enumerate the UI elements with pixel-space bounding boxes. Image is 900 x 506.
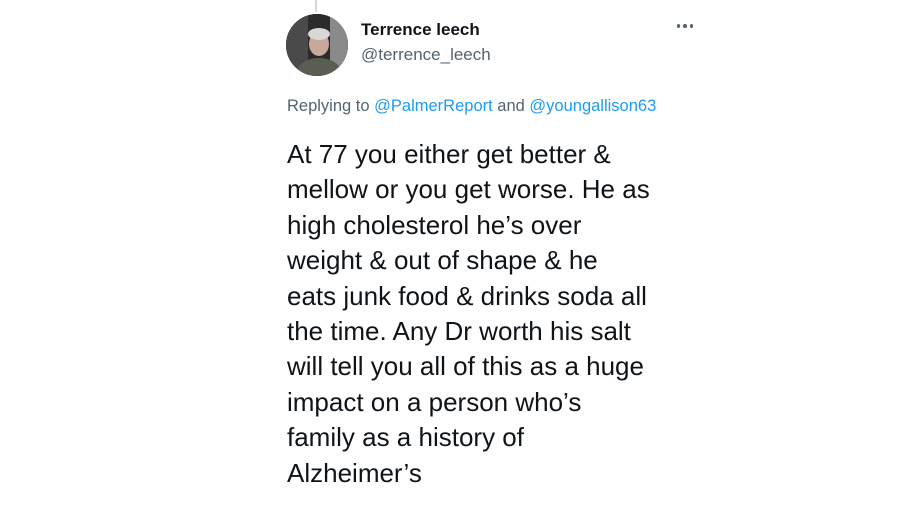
tweet-text-line: family as a history of [287, 422, 524, 453]
tweet-text-line: Alzheimer’s [287, 457, 422, 488]
tweet-text-line: high cholesterol he’s over [287, 209, 582, 240]
replying-to-line: Replying to @PalmerReport and @youngalli… [287, 97, 656, 116]
author-name[interactable]: Terrence leech [361, 20, 480, 40]
tweet-text-line: eats junk food & drinks soda all [287, 280, 647, 311]
dot [676, 24, 681, 28]
tweet-text-line: the time. Any Dr worth his salt [287, 316, 631, 347]
tweet-text-line: mellow or you get worse. He as [287, 174, 650, 205]
tweet-text-line: will tell you all of this as a huge [287, 351, 644, 382]
tweet-text-line: weight & out of shape & he [287, 245, 598, 276]
avatar[interactable] [286, 14, 348, 76]
thread-connector-line [315, 0, 317, 12]
replying-joiner: and [497, 97, 525, 115]
replying-prefix: Replying to [287, 97, 370, 115]
tweet-text-line: At 77 you either get better & [287, 139, 611, 169]
more-options-icon[interactable] [672, 16, 698, 36]
mention-link-palmerreport[interactable]: @PalmerReport [374, 97, 493, 115]
dot [683, 24, 687, 28]
tweet-text: At 77 you either get better & mellow or … [287, 137, 707, 491]
tweet-text-line: impact on a person who’s [287, 386, 582, 417]
dot [689, 24, 694, 28]
mention-link-youngallison63[interactable]: @youngallison63 [529, 97, 656, 115]
author-handle[interactable]: @terrence_leech [361, 45, 491, 65]
user-photo-avatar-icon [286, 14, 348, 76]
